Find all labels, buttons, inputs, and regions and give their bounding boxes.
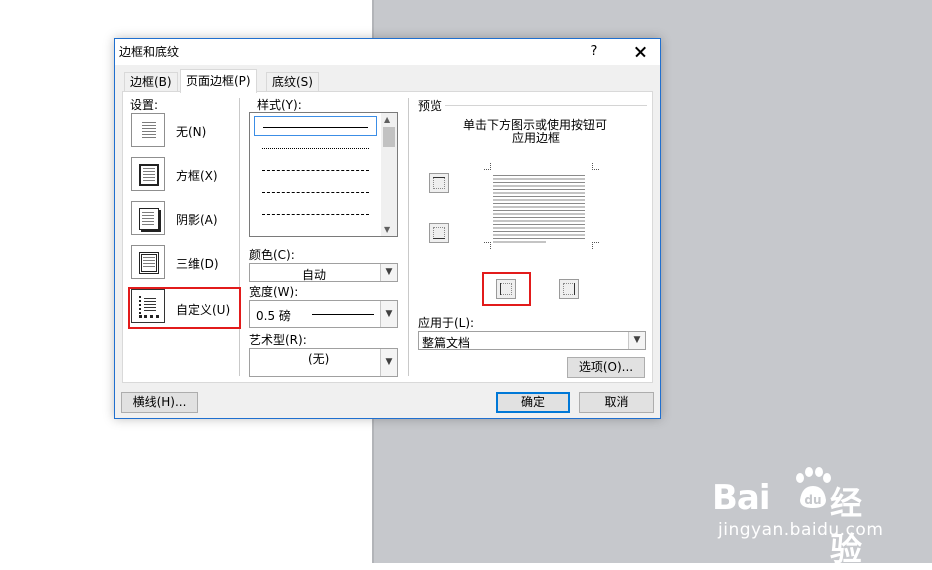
preview-separator xyxy=(445,105,647,106)
setting-none-label[interactable]: 无(N) xyxy=(176,123,206,140)
apply-to-value: 整篇文档 xyxy=(422,336,471,350)
tab-shading[interactable]: 底纹(S) xyxy=(266,72,319,92)
bottom-border-button[interactable] xyxy=(429,223,449,243)
watermark-url: jingyan.baidu.com xyxy=(718,520,884,540)
paw-icon: du xyxy=(796,467,831,508)
horizontal-line-button[interactable]: 横线(H)... xyxy=(121,392,198,413)
style-option-dashed-small[interactable] xyxy=(254,160,377,180)
width-select[interactable]: 0.5 磅 ▼ xyxy=(249,300,398,328)
help-button[interactable]: ? xyxy=(581,39,607,65)
style-option-dashed[interactable] xyxy=(254,182,377,202)
scroll-down-icon[interactable]: ▼ xyxy=(384,225,390,234)
setting-box-icon[interactable] xyxy=(131,157,165,191)
tab-page-border[interactable]: 页面边框(P) xyxy=(180,69,257,93)
options-button[interactable]: 选项(O)... xyxy=(567,357,645,378)
preview-heading: 预览 xyxy=(418,99,443,113)
tab-borders[interactable]: 边框(B) xyxy=(124,72,178,92)
width-value: 0.5 磅 xyxy=(256,309,291,323)
width-label: 宽度(W): xyxy=(249,285,299,299)
color-value: 自动 xyxy=(302,268,327,282)
style-heading: 样式(Y): xyxy=(257,98,302,112)
apply-to-label: 应用于(L): xyxy=(418,316,475,330)
style-option-solid[interactable] xyxy=(254,116,377,136)
chevron-down-icon[interactable]: ▼ xyxy=(380,301,397,327)
dialog-titlebar: 边框和底纹 ? xyxy=(115,39,660,65)
chevron-down-icon[interactable]: ▼ xyxy=(380,349,397,376)
border-style-list[interactable]: ▲ ▼ xyxy=(249,112,398,237)
dialog-title: 边框和底纹 xyxy=(119,45,180,59)
setting-shadow-icon[interactable] xyxy=(131,201,165,235)
setting-box-label[interactable]: 方框(X) xyxy=(176,167,218,184)
style-option-dotted[interactable] xyxy=(254,138,377,158)
apply-to-select[interactable]: 整篇文档 ▼ xyxy=(418,331,646,350)
width-line-sample xyxy=(312,314,374,315)
color-label: 颜色(C): xyxy=(249,248,295,262)
close-icon[interactable] xyxy=(625,39,655,65)
chevron-down-icon[interactable]: ▼ xyxy=(380,264,397,281)
setting-none-icon[interactable] xyxy=(131,113,165,147)
style-list-scrollbar[interactable]: ▲ ▼ xyxy=(381,113,397,236)
scroll-thumb[interactable] xyxy=(383,127,395,147)
art-select[interactable]: (无) ▼ xyxy=(249,348,398,377)
column-divider xyxy=(408,98,409,376)
setting-3d-label[interactable]: 三维(D) xyxy=(176,255,219,272)
preview-text-lines xyxy=(493,175,585,243)
color-select[interactable]: 自动 ▼ xyxy=(249,263,398,282)
art-value: (无) xyxy=(308,352,330,366)
borders-and-shading-dialog: 边框和底纹 ? 边框(B) 页面边框(P) 底纹(S) 设置: 无(N) 方框(… xyxy=(114,38,661,419)
watermark-logo-text: Bai xyxy=(712,478,771,518)
column-divider xyxy=(239,98,240,376)
style-option-dash-dot[interactable] xyxy=(254,204,377,224)
setting-3d-icon[interactable] xyxy=(131,245,165,279)
settings-heading: 设置: xyxy=(130,98,159,112)
top-border-button[interactable] xyxy=(429,173,449,193)
left-border-highlight xyxy=(482,272,531,306)
art-label: 艺术型(R): xyxy=(249,333,307,347)
preview-instruction-2: 应用边框 xyxy=(512,131,561,145)
cancel-button[interactable]: 取消 xyxy=(579,392,654,413)
scroll-up-icon[interactable]: ▲ xyxy=(384,115,390,124)
custom-setting-highlight xyxy=(128,287,241,329)
setting-shadow-label[interactable]: 阴影(A) xyxy=(176,211,218,228)
svg-text:du: du xyxy=(804,493,821,507)
right-border-button[interactable] xyxy=(559,279,579,299)
preview-page[interactable] xyxy=(484,163,599,249)
ok-button[interactable]: 确定 xyxy=(496,392,570,413)
chevron-down-icon[interactable]: ▼ xyxy=(628,332,645,349)
